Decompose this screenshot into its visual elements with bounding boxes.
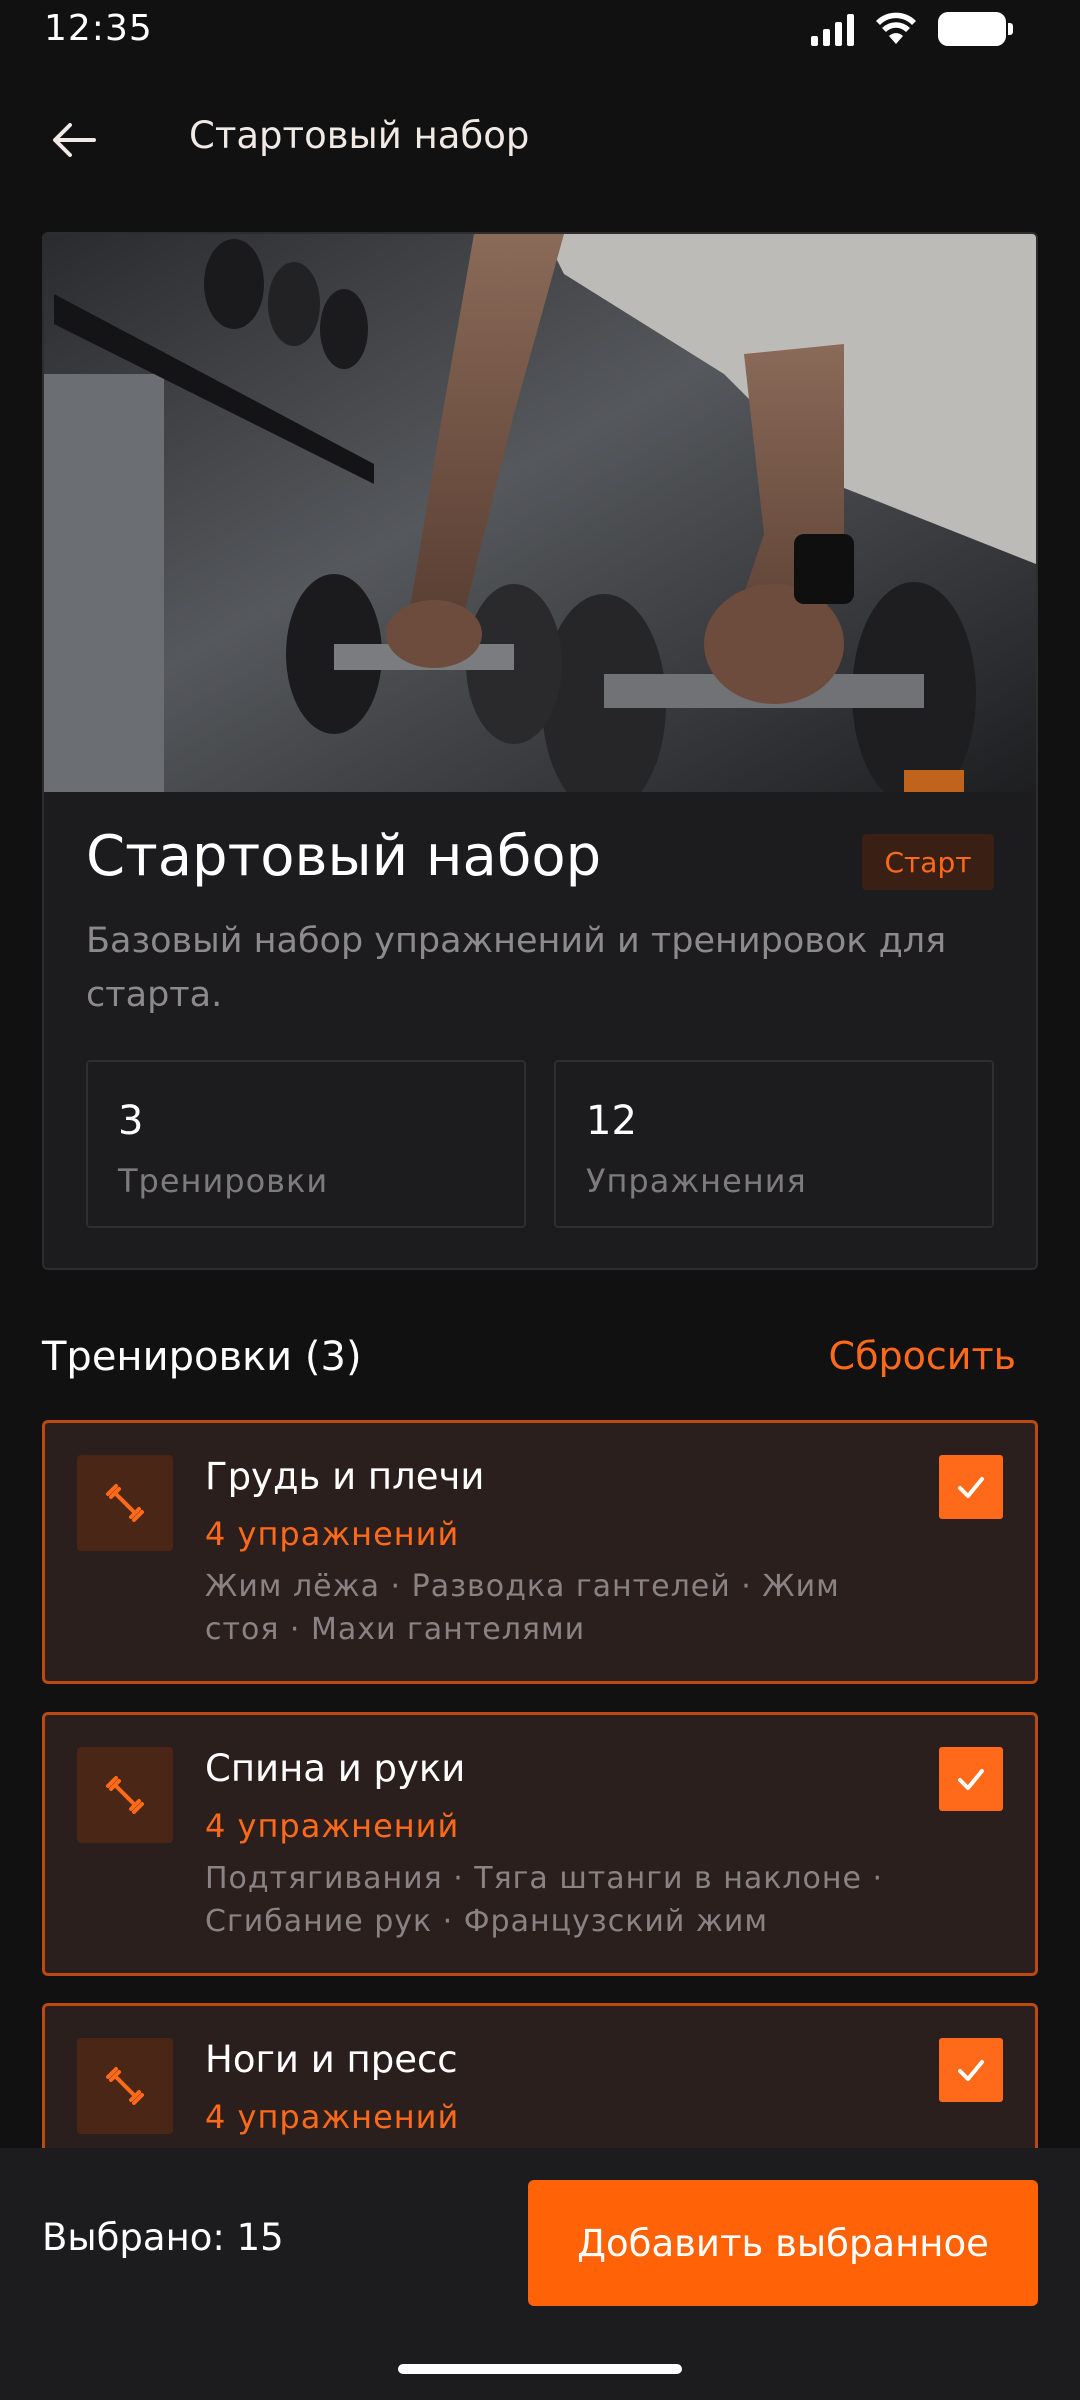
section-title: Тренировки (3) (42, 1334, 362, 1380)
dumbbell-photo-illustration (44, 234, 1036, 792)
home-indicator[interactable] (398, 2364, 682, 2374)
workout-title: Ноги и пресс (205, 2038, 458, 2081)
dumbbell-icon (106, 1484, 144, 1522)
status-time: 12:35 (44, 8, 153, 49)
battery-icon (938, 12, 1013, 46)
status-bar: 12:35 (0, 0, 1080, 60)
stat-exercises: 12 Упражнения (554, 1060, 994, 1228)
workout-checkbox[interactable] (939, 2038, 1003, 2102)
reset-button[interactable]: Сбросить (829, 1334, 1016, 1378)
stat-value: 3 (118, 1098, 144, 1144)
stat-label: Тренировки (118, 1162, 329, 1200)
workout-exercises: Жим лёжа · Разводка гантелей · Жим стоя … (205, 1569, 840, 1647)
program-title: Стартовый набор (86, 824, 602, 889)
workout-count: 4 упражнений (205, 1807, 460, 1845)
stat-label: Упражнения (586, 1162, 807, 1200)
app-bar: Стартовый набор (0, 92, 1080, 182)
workout-title: Спина и руки (205, 1747, 466, 1790)
workout-icon-box (77, 1455, 173, 1551)
workout-icon-box (77, 1747, 173, 1843)
add-selected-button[interactable]: Добавить выбранное (528, 2180, 1038, 2306)
workout-exercises: Подтягивания · Тяга штанги в наклоне · С… (205, 1861, 884, 1939)
workout-count: 4 упражнений (205, 2098, 460, 2136)
stat-workouts: 3 Тренировки (86, 1060, 526, 1228)
program-card: Стартовый набор Старт Базовый набор упра… (42, 232, 1038, 1270)
level-badge: Старт (862, 834, 994, 890)
check-icon (958, 1477, 984, 1498)
workout-card[interactable]: Спина и руки 4 упражнений Подтягивания ·… (42, 1712, 1038, 1976)
bottom-bar: Выбрано: 15 Добавить выбранное (0, 2148, 1080, 2400)
status-icons (811, 12, 1013, 46)
check-icon (958, 1769, 984, 1790)
program-description: Базовый набор упражнений и тренировок дл… (86, 921, 947, 1015)
workout-icon-box (77, 2038, 173, 2134)
workout-checkbox[interactable] (939, 1747, 1003, 1811)
back-arrow-icon (53, 123, 96, 157)
dumbbell-icon (106, 2067, 144, 2105)
wifi-icon (876, 12, 916, 44)
signal-icon (811, 12, 854, 46)
back-button[interactable] (40, 110, 108, 170)
workout-title: Грудь и плечи (205, 1455, 485, 1498)
dumbbell-icon (106, 1776, 144, 1814)
workout-card[interactable]: Грудь и плечи 4 упражнений Жим лёжа · Ра… (42, 1420, 1038, 1684)
workout-count: 4 упражнений (205, 1515, 460, 1553)
workout-checkbox[interactable] (939, 1455, 1003, 1519)
app-title: Стартовый набор (189, 114, 530, 157)
selected-count: Выбрано: 15 (42, 2216, 284, 2259)
hero-image (44, 234, 1036, 792)
check-icon (958, 2060, 984, 2081)
stat-value: 12 (586, 1098, 637, 1144)
